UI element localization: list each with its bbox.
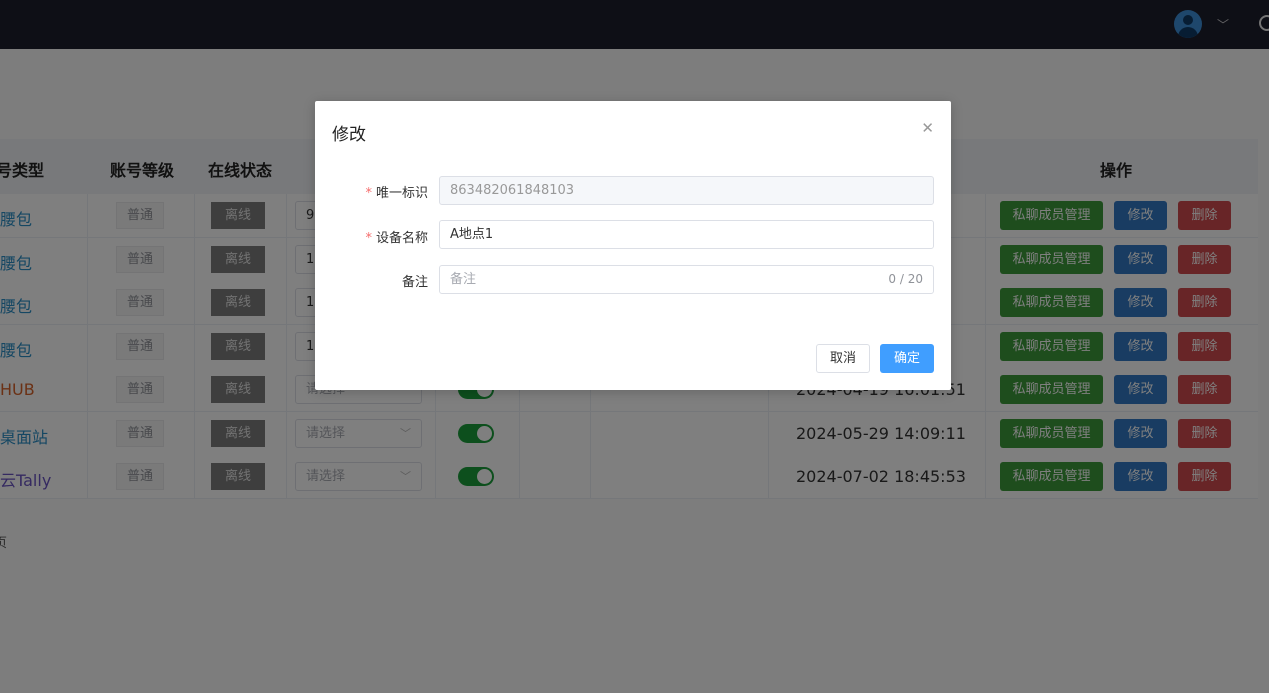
- close-icon[interactable]: ✕: [921, 119, 934, 137]
- edit-dialog: 修改 ✕ * 唯一标识 863482061848103 * 设备名称 A地点1 备注…: [315, 101, 951, 390]
- cancel-button[interactable]: 取消: [816, 344, 870, 373]
- uid-label: * 唯一标识: [365, 186, 428, 201]
- device-name-label: * 设备名称: [365, 231, 428, 246]
- note-placeholder: 备注: [450, 272, 477, 287]
- note-counter: 0 / 20: [888, 272, 923, 286]
- dialog-title: 修改: [332, 125, 366, 145]
- note-label: 备注: [401, 275, 428, 290]
- confirm-button[interactable]: 确定: [880, 344, 934, 373]
- note-input[interactable]: 备注 0 / 20: [439, 265, 934, 294]
- device-name-input[interactable]: A地点1: [439, 220, 934, 249]
- uid-field: 863482061848103: [439, 176, 934, 205]
